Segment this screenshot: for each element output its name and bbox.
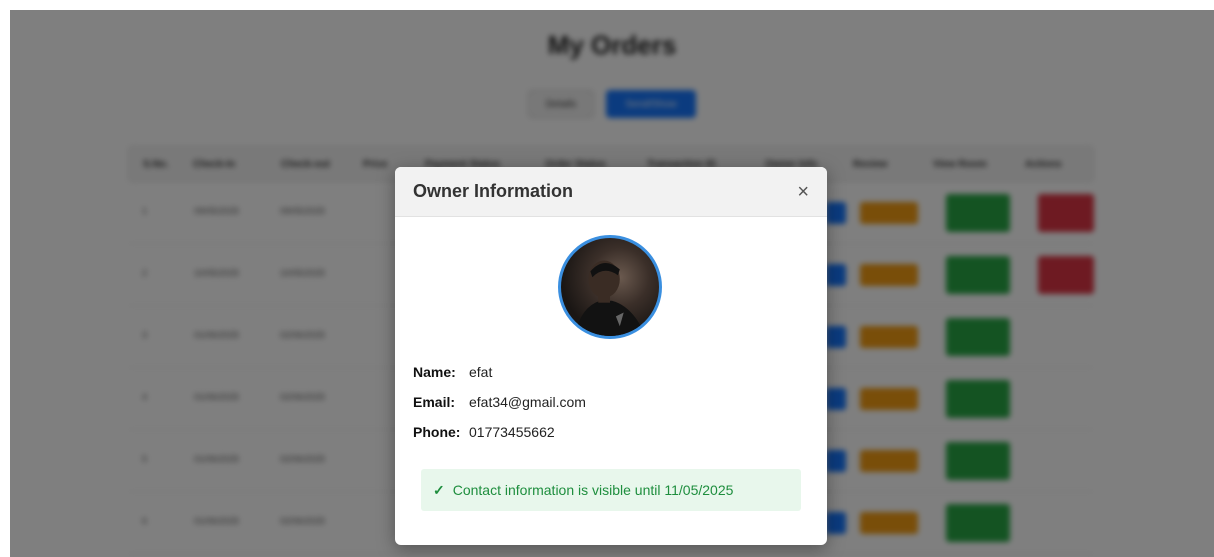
email-value: efat34@gmail.com (469, 394, 586, 410)
modal-title: Owner Information (413, 181, 574, 201)
modal-header: Owner Information × (395, 167, 827, 217)
phone-value: 01773455662 (469, 424, 555, 440)
email-label: Email: (413, 394, 456, 410)
phone-row: Phone: 01773455662 (413, 417, 586, 447)
name-value: efat (469, 364, 493, 380)
check-icon: ✓ (433, 481, 445, 498)
visibility-notice: ✓ Contact information is visible until 1… (421, 469, 801, 511)
close-icon[interactable]: × (797, 182, 809, 202)
avatar (558, 235, 662, 339)
notice-text: Contact information is visible until 11/… (452, 482, 734, 498)
app-frame: My Orders Details Send/Show S.No. Check-… (10, 10, 1214, 557)
name-label: Name: (413, 364, 456, 380)
phone-label: Phone: (413, 424, 461, 440)
avatar-photo (574, 260, 646, 336)
email-row: Email: efat34@gmail.com (413, 387, 586, 417)
owner-details: Name: efat Email: efat34@gmail.com Phone… (413, 357, 586, 447)
name-row: Name: efat (413, 357, 586, 387)
owner-info-modal: Owner Information × Name: efat Email: ef… (395, 167, 827, 545)
